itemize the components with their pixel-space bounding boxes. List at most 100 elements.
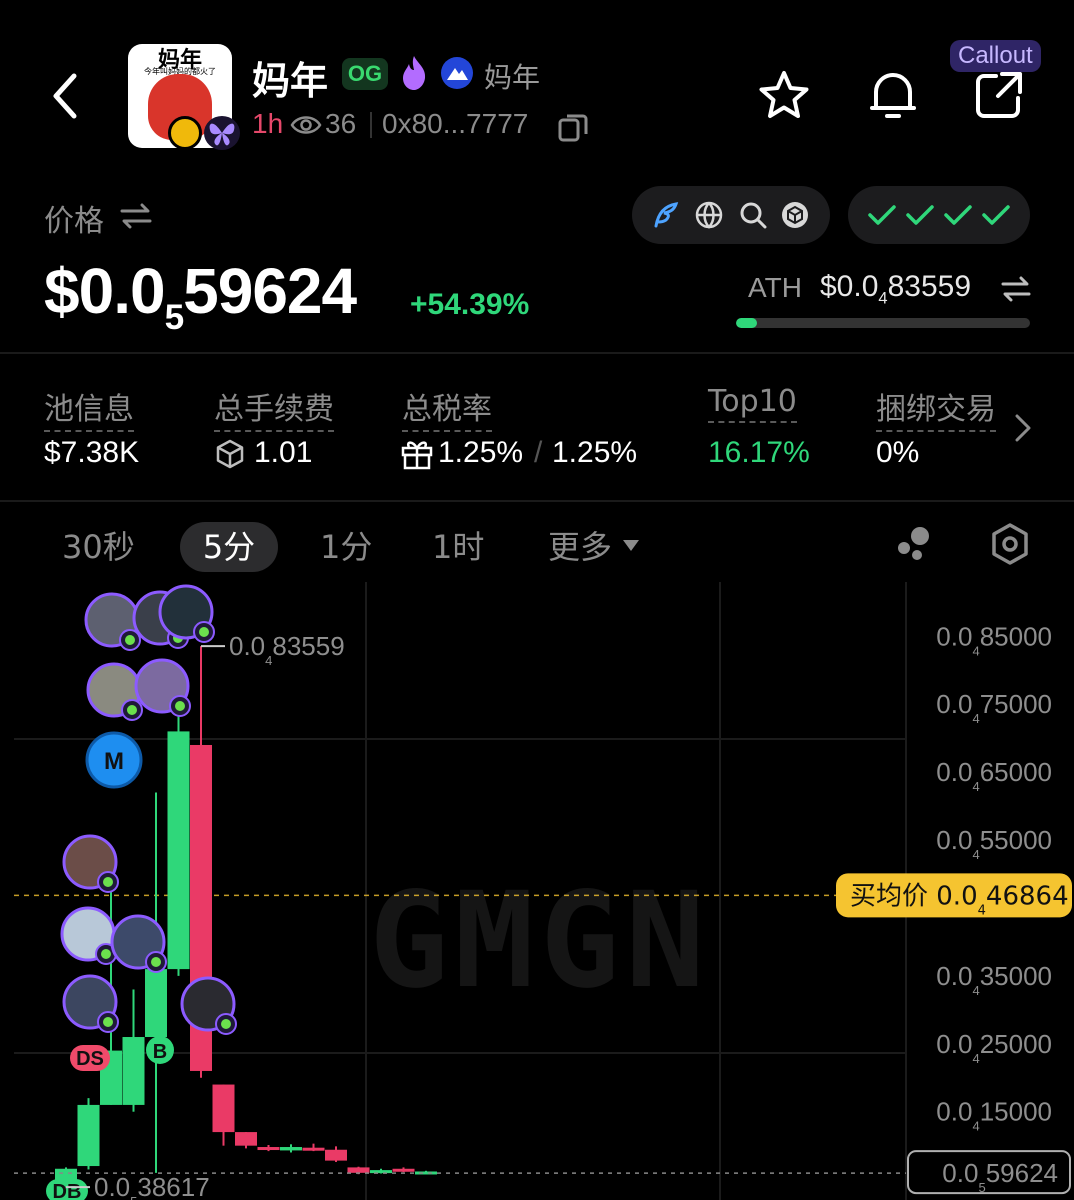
frog-badge-dot	[175, 701, 185, 711]
frog-badge-dot	[199, 627, 209, 637]
pool-info-value: $7.38K	[44, 436, 140, 469]
contract-address[interactable]: 0x80...7777	[382, 108, 528, 140]
og-badge: OG	[342, 58, 388, 90]
bnb-chain-icon	[168, 116, 202, 150]
y-tick-label-subscript: 4	[972, 643, 979, 658]
candle-body	[212, 1084, 235, 1133]
swap-icon[interactable]	[1000, 274, 1032, 304]
candle-body	[77, 1104, 100, 1167]
ath-zero-count: 4	[878, 289, 888, 308]
price-digits: 59624	[183, 255, 357, 327]
ath-digits: 83559	[887, 270, 972, 303]
frog-badge-dot	[103, 1017, 113, 1027]
sell-tax-value: 1.25%	[552, 436, 638, 469]
candle-body	[370, 1170, 392, 1174]
current-price-label-subscript: 5	[978, 1180, 985, 1195]
candle-body	[325, 1149, 347, 1161]
tab-1h[interactable]: 1时	[432, 522, 484, 572]
top10-label[interactable]: Top10	[708, 384, 797, 423]
candle-body	[347, 1167, 370, 1173]
y-tick-label-subscript: 4	[972, 1119, 979, 1134]
tab-30s[interactable]: 30秒	[62, 522, 135, 572]
chart-watermark: GMGN	[369, 864, 711, 1018]
search-icon[interactable]	[738, 200, 768, 230]
security-checks[interactable]	[848, 186, 1030, 244]
eye-icon	[290, 116, 322, 134]
frog-badge-dot	[127, 705, 137, 715]
tab-1m[interactable]: 1分	[320, 522, 372, 572]
y-tick-label-prefix: 0.0	[936, 757, 972, 787]
y-tick-label-digits: 65000	[980, 757, 1052, 787]
price-chart[interactable]: GMGN 买均价 0.0446864 MDS BDB 0.04850000.047…	[0, 582, 1074, 1200]
avg-buy-subscript: 4	[978, 903, 986, 918]
candle-body	[280, 1147, 302, 1151]
current-price-label-digits: 59624	[986, 1158, 1058, 1188]
high-price-label-prefix: 0.0	[229, 631, 265, 661]
ath-progress-fill	[736, 318, 757, 328]
y-tick-label-subscript: 4	[972, 711, 979, 726]
marker-b-label: B	[153, 1041, 167, 1063]
feather-icon[interactable]	[650, 200, 680, 230]
share-icon[interactable]	[972, 68, 1026, 122]
candle-body	[145, 969, 167, 1038]
y-tick-label-digits: 55000	[980, 825, 1052, 855]
candle-body	[392, 1168, 415, 1172]
y-tick-label-subscript: 4	[972, 983, 979, 998]
avg-buy-prefix: 0.0	[936, 881, 977, 911]
marker-ds-label: DS	[76, 1048, 104, 1070]
star-icon[interactable]	[756, 68, 812, 124]
candle-body	[122, 1037, 145, 1105]
high-price-label-digits: 83559	[272, 631, 344, 661]
frog-badge-dot	[151, 957, 161, 967]
tab-5m[interactable]: 5分	[180, 522, 278, 572]
cube-icon	[216, 439, 244, 469]
y-tick-label: 0.0475000	[936, 689, 1052, 726]
bundle-trades-label[interactable]: 捆绑交易	[876, 384, 996, 432]
y-tick-label-prefix: 0.0	[936, 1097, 972, 1127]
bell-icon[interactable]	[866, 66, 920, 124]
y-tick-label: 0.0415000	[936, 1097, 1052, 1134]
tax-rate-label[interactable]: 总税率	[402, 384, 492, 432]
y-tick-label: 0.0425000	[936, 1029, 1052, 1066]
pool-info-label[interactable]: 池信息	[44, 384, 134, 432]
y-tick-label-prefix: 0.0	[936, 621, 972, 651]
top10-value: 16.17%	[708, 436, 810, 469]
total-fees-label[interactable]: 总手续费	[214, 384, 334, 432]
cube-icon[interactable]	[780, 200, 810, 230]
ath-value: $0.0483559	[820, 270, 971, 308]
frog-badge-dot	[103, 877, 113, 887]
avg-buy-label-text: 买均价	[850, 881, 936, 911]
tab-more[interactable]: 更多	[548, 522, 612, 572]
caret-down-icon[interactable]	[622, 538, 640, 552]
copy-icon[interactable]	[556, 110, 590, 144]
settings-icon[interactable]	[990, 522, 1030, 566]
y-tick-label: 0.0465000	[936, 757, 1052, 794]
marker-db-label: DB	[53, 1181, 82, 1200]
watch-count: 36	[325, 108, 357, 139]
token-age: 1h	[252, 108, 284, 139]
y-tick-label-digits: 35000	[980, 961, 1052, 991]
globe-icon[interactable]	[694, 200, 724, 230]
butterfly-icon	[204, 116, 240, 150]
swap-icon[interactable]	[118, 198, 154, 234]
y-tick-label: 0.0455000	[936, 825, 1052, 862]
y-tick-label-prefix: 0.0	[936, 825, 972, 855]
frog-badge-dot	[221, 1019, 231, 1029]
low-price-label-subscript: 5	[130, 1194, 137, 1200]
price-label: 价格	[44, 204, 104, 239]
chevron-right-icon[interactable]	[1010, 410, 1036, 446]
back-icon[interactable]	[44, 66, 88, 126]
buy-tax-value: 1.25%	[438, 436, 524, 469]
y-tick-label-subscript: 4	[972, 847, 979, 862]
dots-icon[interactable]	[894, 524, 934, 564]
token-name: 妈年	[252, 59, 329, 103]
y-tick-label: 0.0485000	[936, 621, 1052, 658]
y-tick-label-prefix: 0.0	[936, 961, 972, 991]
divider	[0, 352, 1074, 354]
divider	[370, 112, 372, 138]
tax-separator: /	[534, 436, 543, 469]
marker-m-label: M	[104, 748, 124, 775]
candle-body	[257, 1147, 280, 1151]
callout-badge[interactable]: Callout	[950, 40, 1041, 72]
y-tick-label-subscript: 4	[972, 1051, 979, 1066]
